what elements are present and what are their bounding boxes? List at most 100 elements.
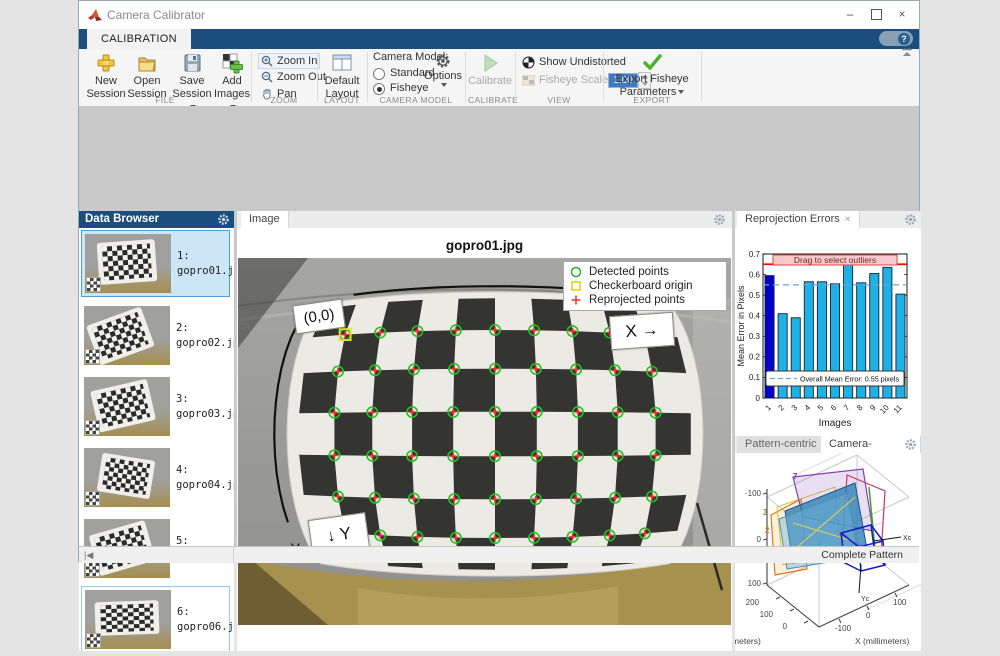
reprojection-bar-chart[interactable]: 00.10.20.30.40.50.60.71234567891011Drag … bbox=[735, 228, 921, 436]
svg-text:9: 9 bbox=[868, 403, 878, 413]
zoom-in-icon bbox=[261, 55, 273, 67]
show-undistorted-icon bbox=[522, 56, 535, 69]
radio-fisheye[interactable]: Fisheye bbox=[373, 81, 429, 95]
svg-text:Overall Mean Error: 0.55 pixel: Overall Mean Error: 0.55 pixels bbox=[800, 375, 899, 384]
main-area: Data Browser 1:gopro01.jpg 2:gopro02.jpg… bbox=[79, 106, 919, 546]
close-button[interactable]: × bbox=[889, 1, 915, 27]
thumbnail-image bbox=[85, 234, 171, 293]
radio-selected-icon bbox=[373, 83, 385, 95]
thumbnail-image bbox=[84, 306, 170, 365]
legend-reprojected-points: Reprojected points bbox=[570, 293, 720, 307]
svg-text:100: 100 bbox=[893, 598, 907, 607]
square-marker-icon bbox=[570, 280, 582, 292]
svg-text:0.6: 0.6 bbox=[749, 270, 761, 279]
svg-text:7: 7 bbox=[842, 403, 852, 413]
gear-icon bbox=[435, 53, 451, 69]
checkerboard-badge-icon bbox=[86, 633, 101, 648]
tab-calibration[interactable]: CALIBRATION bbox=[87, 29, 191, 49]
collapse-ribbon-button[interactable] bbox=[901, 48, 913, 57]
image-filename: gopro02.jpg bbox=[176, 336, 234, 351]
group-zoom: Zoom In Zoom Out Pan ZOOM bbox=[254, 49, 314, 106]
svg-text:-100: -100 bbox=[835, 624, 852, 633]
group-label-camera-model: CAMERA MODEL bbox=[370, 95, 462, 105]
calibration-image[interactable]: XY (0,0) X → ↓ Y Detected points Checker… bbox=[238, 258, 731, 625]
open-session-button[interactable]: Open Session bbox=[127, 52, 167, 101]
svg-text:0.3: 0.3 bbox=[749, 332, 761, 341]
group-label-layout: LAYOUT bbox=[320, 95, 364, 105]
tab-reprojection-errors[interactable]: Reprojection Errors× bbox=[737, 211, 860, 228]
svg-text:-100: -100 bbox=[745, 489, 762, 498]
zoom-in-button[interactable]: Zoom In bbox=[258, 53, 320, 69]
group-label-view: VIEW bbox=[518, 95, 600, 105]
matlab-logo-icon bbox=[87, 7, 103, 23]
list-item-gopro06[interactable]: 6:gopro06.jpg bbox=[81, 586, 230, 651]
svg-text:0: 0 bbox=[756, 394, 761, 403]
group-label-export: EXPORT bbox=[606, 95, 698, 105]
group-calibrate: Calibrate CALIBRATE bbox=[468, 49, 512, 106]
group-label-file: FILE bbox=[81, 95, 249, 105]
image-number: 1: bbox=[177, 249, 234, 264]
svg-text:4: 4 bbox=[803, 403, 813, 413]
svg-text:Xc: Xc bbox=[903, 535, 912, 542]
svg-text:100: 100 bbox=[748, 579, 762, 588]
gear-icon[interactable] bbox=[217, 213, 230, 226]
save-session-icon bbox=[181, 52, 203, 74]
options-button[interactable]: Options bbox=[424, 53, 462, 87]
list-item-gopro01[interactable]: 1:gopro01.jpg bbox=[81, 230, 230, 297]
minimize-button[interactable]: – bbox=[837, 1, 863, 27]
fisheye-scale-icon bbox=[522, 75, 535, 86]
export-fisheye-parameters-button[interactable]: Export Fisheye Parameters bbox=[610, 52, 694, 99]
zoom-out-button[interactable]: Zoom Out bbox=[258, 70, 329, 84]
radio-icon bbox=[373, 68, 385, 80]
gear-icon[interactable] bbox=[904, 213, 917, 226]
image-panel: gopro01.jpg XY (0,0) X → ↓ Y Detected po… bbox=[237, 228, 732, 651]
svg-text:0: 0 bbox=[783, 622, 788, 631]
view3d-panel-tabbar: Pattern-centric× Camera-centric× bbox=[735, 436, 921, 454]
data-browser-header: Data Browser bbox=[79, 211, 234, 228]
calibrate-button[interactable]: Calibrate bbox=[470, 52, 510, 88]
new-session-button[interactable]: New Session bbox=[87, 52, 125, 101]
svg-text:Drag to select outliers: Drag to select outliers bbox=[794, 255, 876, 265]
image-number: 4: bbox=[176, 463, 234, 478]
thumbnail-image bbox=[85, 590, 171, 649]
group-label-calibrate: CALIBRATE bbox=[468, 95, 512, 105]
list-item-gopro04[interactable]: 4:gopro04.jpg bbox=[81, 444, 230, 511]
thumbnail-image bbox=[84, 448, 170, 507]
close-icon[interactable]: × bbox=[845, 214, 851, 225]
add-images-icon bbox=[221, 52, 243, 74]
circle-marker-icon bbox=[570, 266, 582, 278]
maximize-button[interactable] bbox=[863, 1, 889, 27]
x-axis-annotation: X → bbox=[609, 312, 675, 350]
image-filename: gopro06.jpg bbox=[177, 620, 234, 635]
checkerboard-badge-icon bbox=[85, 562, 100, 577]
status-text: Complete Pattern bbox=[821, 547, 903, 563]
status-bar: |◀ Complete Pattern bbox=[79, 546, 919, 563]
svg-text:1: 1 bbox=[763, 403, 773, 413]
svg-text:3: 3 bbox=[790, 403, 800, 413]
app-window: Camera Calibrator – × CALIBRATION ? New … bbox=[78, 0, 920, 562]
svg-text:5: 5 bbox=[816, 403, 826, 413]
help-button[interactable]: ? bbox=[879, 31, 913, 46]
svg-text:Images: Images bbox=[819, 418, 852, 429]
group-layout: Default Layout LAYOUT bbox=[320, 49, 364, 106]
gear-icon[interactable] bbox=[713, 213, 726, 226]
svg-text:10: 10 bbox=[878, 403, 891, 416]
x-axis-label: X (millimeters) bbox=[855, 636, 909, 646]
gear-icon[interactable] bbox=[904, 438, 917, 451]
open-session-icon bbox=[136, 52, 158, 74]
collapse-browser-button[interactable]: |◀ bbox=[79, 547, 234, 563]
group-camera-model: Camera Model: Standard Fisheye Options C… bbox=[370, 49, 462, 106]
list-item-gopro02[interactable]: 2:gopro02.jpg bbox=[81, 302, 230, 369]
image-number: 3: bbox=[176, 392, 234, 407]
reprojection-errors-panel: 00.10.20.30.40.50.60.71234567891011Drag … bbox=[735, 228, 921, 436]
list-item-gopro03[interactable]: 3:gopro03.jpg bbox=[81, 373, 230, 440]
checkerboard-badge-icon bbox=[85, 349, 100, 364]
svg-text:Yc: Yc bbox=[861, 596, 870, 603]
tab-image[interactable]: Image bbox=[241, 211, 289, 228]
chevron-down-icon bbox=[441, 83, 447, 87]
image-filename: gopro01.jpg bbox=[177, 264, 234, 279]
svg-text:0.2: 0.2 bbox=[749, 353, 761, 362]
default-layout-button[interactable]: Default Layout bbox=[322, 52, 362, 101]
image-panel-tabbar: Image bbox=[237, 211, 732, 229]
zoom-out-icon bbox=[261, 71, 273, 83]
